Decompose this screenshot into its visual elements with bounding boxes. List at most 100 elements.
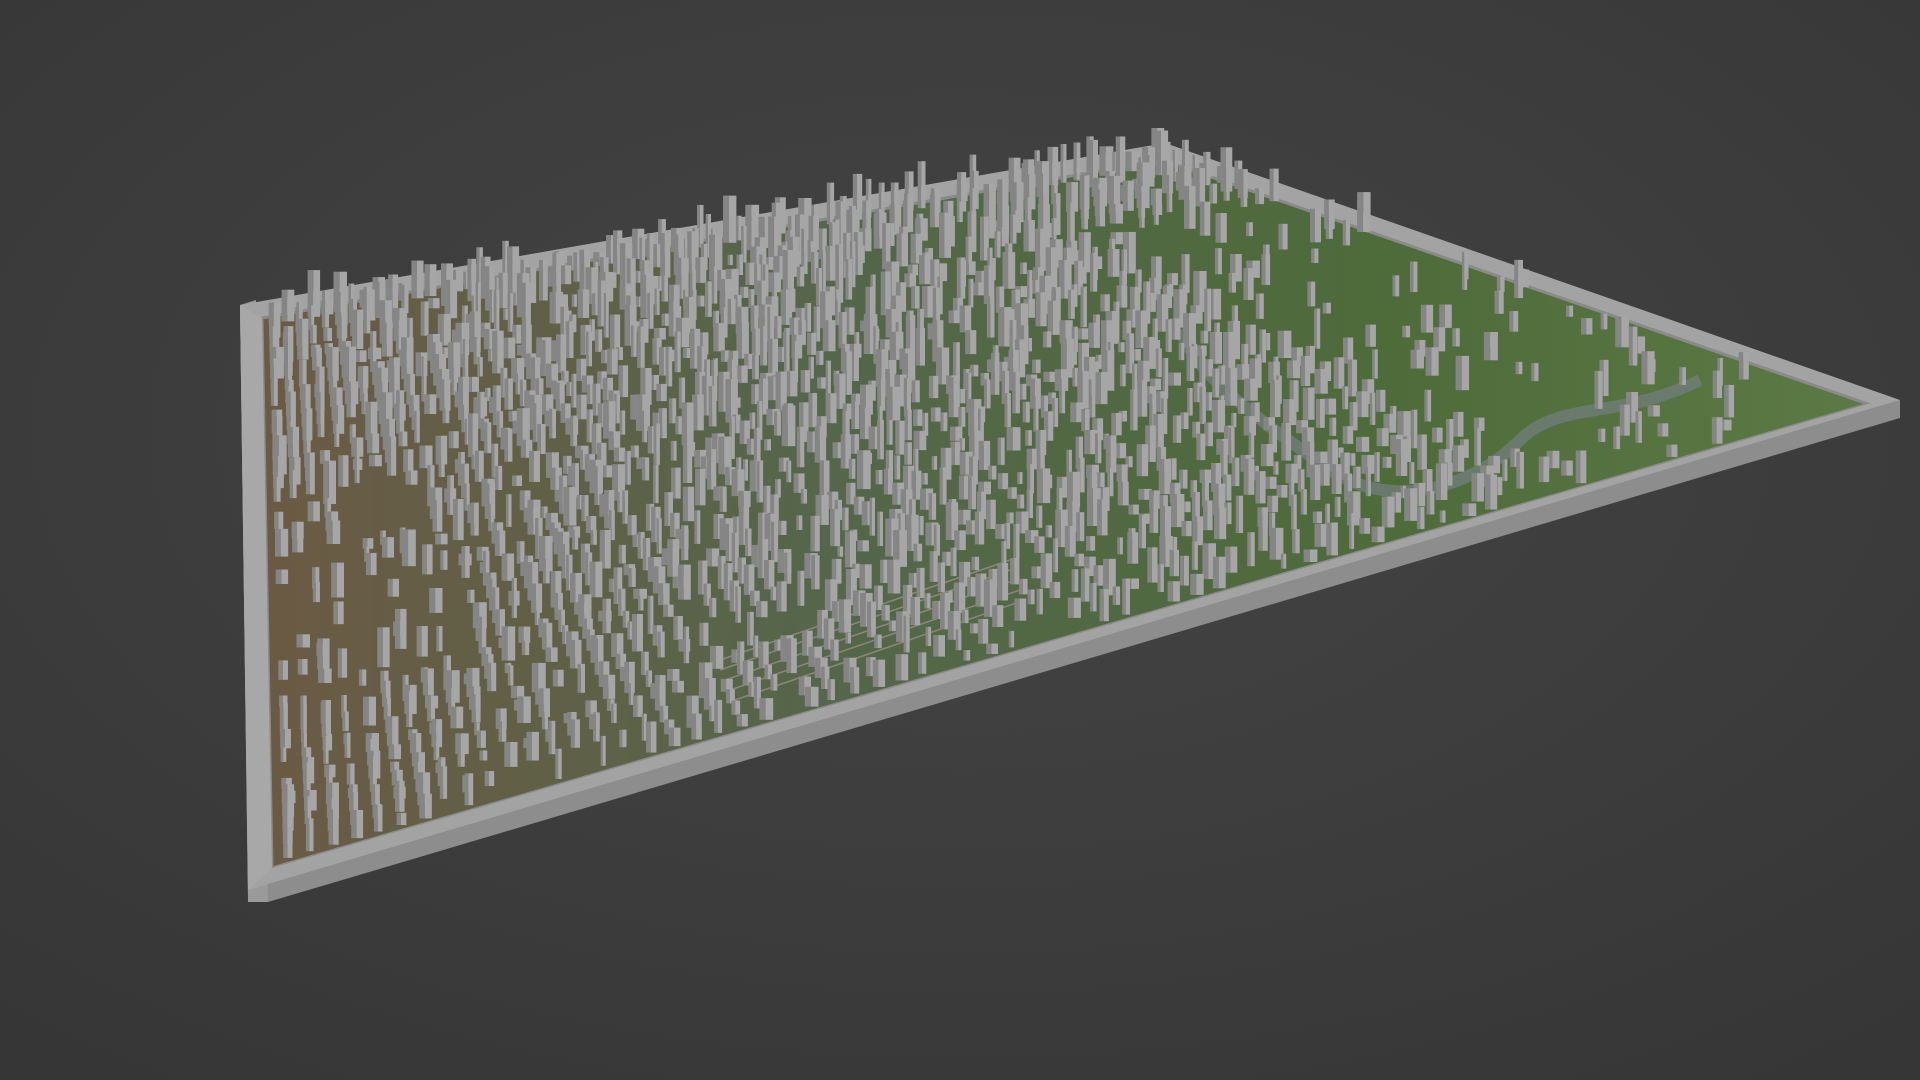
building-face (788, 460, 792, 483)
building-face (1303, 489, 1307, 515)
building-side (814, 657, 821, 678)
building-face (1030, 464, 1034, 494)
building-face (1285, 423, 1292, 461)
building-face (1328, 398, 1337, 415)
building-side (917, 308, 921, 331)
building-face (899, 530, 907, 567)
building-side (474, 722, 477, 736)
building-face (1107, 350, 1115, 391)
building-side (725, 523, 730, 562)
building-face (1218, 248, 1222, 275)
building-side (409, 394, 414, 418)
building-side (956, 201, 960, 223)
building-side (1314, 523, 1321, 547)
building-face (970, 278, 974, 308)
building-face (542, 260, 548, 301)
building-face (558, 748, 562, 779)
building-side (1322, 302, 1327, 314)
building-face (1228, 332, 1236, 372)
building-face (743, 286, 749, 298)
building-side (1426, 491, 1431, 515)
building-side (823, 618, 829, 650)
building-side (802, 630, 807, 656)
building-side (782, 250, 788, 290)
building-face (1598, 370, 1603, 409)
building-side (1118, 342, 1122, 353)
building-side (1462, 503, 1469, 516)
building-face (1347, 426, 1354, 444)
building-face (1601, 428, 1606, 442)
building-side (920, 488, 926, 510)
building-face (616, 633, 624, 657)
building-side (1246, 222, 1250, 237)
building-face (747, 660, 754, 686)
building-side (618, 588, 622, 616)
building-side (1365, 467, 1369, 497)
building-side (464, 773, 469, 806)
building-side (872, 659, 879, 687)
building-side (352, 309, 358, 349)
building-face (465, 339, 469, 380)
building-side (1025, 530, 1032, 543)
building-side (1049, 581, 1055, 599)
building-side (991, 352, 995, 395)
building-side (520, 561, 525, 576)
building-side (598, 661, 604, 687)
building-side (505, 494, 509, 527)
building-side (280, 747, 284, 762)
building-side (632, 534, 637, 547)
building-face (1015, 372, 1020, 414)
building-face (1361, 436, 1370, 452)
building-side (1034, 536, 1039, 553)
building-side (1013, 523, 1017, 559)
building-side (1641, 351, 1648, 385)
building-side (1195, 168, 1200, 207)
building-face (752, 412, 756, 430)
building-side (896, 611, 903, 642)
building-face (1305, 355, 1311, 386)
building-side (997, 473, 1003, 490)
building-side (738, 507, 744, 545)
building-side (488, 503, 491, 532)
building-face (1498, 290, 1504, 314)
building-face (604, 529, 611, 569)
building-face (1217, 400, 1226, 433)
building-face (1272, 495, 1278, 513)
building-face (400, 608, 407, 649)
building-face (325, 290, 329, 328)
building-face (800, 426, 805, 468)
building-side (814, 426, 820, 463)
building-face (424, 301, 429, 336)
3d-viewport[interactable] (0, 0, 1920, 1080)
building-face (1282, 223, 1288, 250)
building-side (504, 662, 508, 673)
building-face (1457, 445, 1465, 472)
building-side (545, 363, 552, 388)
building-face (386, 322, 393, 357)
building-face (551, 647, 558, 662)
building-face (444, 379, 451, 411)
building-side (800, 489, 804, 504)
building-face (960, 388, 966, 404)
building-face (508, 494, 512, 527)
building-face (970, 577, 976, 597)
building-side (1615, 316, 1622, 348)
building-side (682, 440, 687, 483)
building-side (585, 516, 591, 533)
building-side (328, 809, 334, 845)
building-side (333, 601, 338, 625)
building-side (630, 394, 636, 420)
building-side (463, 271, 466, 290)
building-side (709, 705, 712, 722)
building-side (363, 286, 367, 334)
building-side (602, 674, 609, 699)
building-face (865, 564, 872, 589)
building-face (745, 459, 748, 481)
building-face (907, 442, 912, 465)
building-side (305, 452, 310, 495)
building-face (350, 381, 359, 405)
building-side (1209, 332, 1216, 364)
building-side (1045, 525, 1049, 538)
building-side (756, 460, 760, 503)
building-side (930, 407, 936, 422)
